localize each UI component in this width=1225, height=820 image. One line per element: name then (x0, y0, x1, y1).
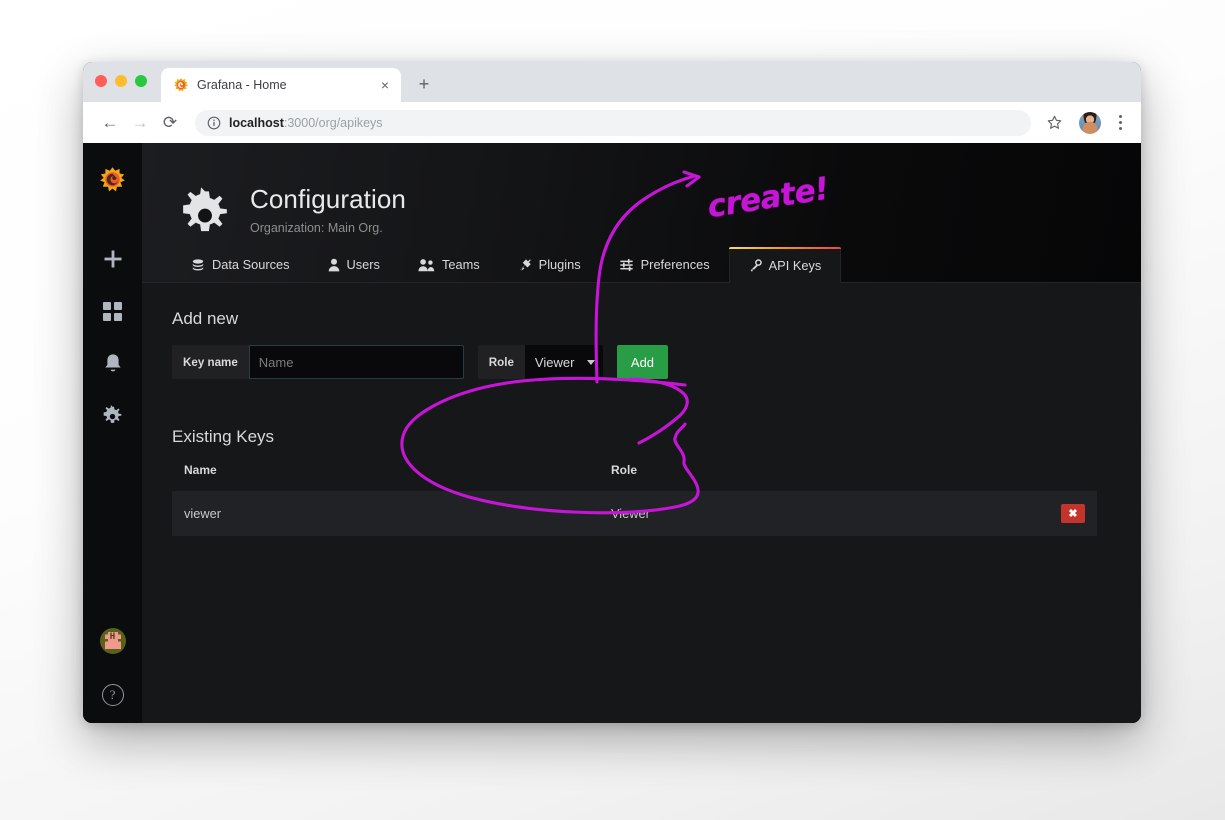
grafana-favicon-icon (174, 78, 188, 92)
column-header-name: Name (184, 463, 217, 477)
tab-preferences[interactable]: Preferences (600, 247, 729, 282)
dashboards-icon (103, 301, 122, 321)
user-icon (328, 258, 340, 272)
close-window-button[interactable] (95, 75, 107, 87)
role-select-value: Viewer (534, 354, 575, 370)
page-header: Configuration Organization: Main Org. Da… (142, 143, 1141, 283)
tab-api-keys[interactable]: API Keys (728, 247, 842, 283)
avatar-initial: H (109, 632, 116, 642)
table-header-row: Name Role (172, 463, 1097, 491)
new-tab-button[interactable]: + (413, 73, 435, 95)
tab-label: Preferences (640, 257, 710, 272)
sidebar-item-configuration[interactable] (83, 389, 142, 441)
address-bar[interactable]: localhost:3000/org/apikeys (195, 109, 1031, 136)
back-button[interactable]: ← (97, 110, 123, 136)
sidebar-item-alerting[interactable] (83, 337, 142, 389)
sidebar-item-help[interactable]: ? (83, 667, 142, 723)
minimize-window-button[interactable] (115, 75, 127, 87)
gear-icon (183, 187, 227, 232)
sliders-icon (619, 258, 634, 272)
browser-tab-title: Grafana - Home (197, 78, 287, 92)
forward-button: → (131, 112, 149, 132)
sidebar-item-user-avatar[interactable]: H (83, 615, 142, 667)
table-body: viewer Viewer ✖ (172, 491, 1097, 536)
page-title: Configuration (250, 184, 406, 214)
browser-tab-strip: Grafana - Home × + (83, 62, 1141, 102)
table-head: Name Role (172, 463, 1097, 491)
sidebar-item-grafana-logo[interactable] (83, 153, 142, 205)
plus-icon (104, 250, 121, 268)
maximize-window-button[interactable] (135, 75, 147, 87)
role-label: Role (477, 345, 525, 379)
cell-actions: ✖ (1039, 491, 1097, 536)
key-icon (749, 258, 762, 272)
page-body: Add new Key name Role Viewer Add Existin… (142, 283, 1141, 723)
existing-keys-title: Existing Keys (172, 427, 275, 446)
tab-label: API Keys (768, 257, 822, 273)
close-icon[interactable]: × (377, 77, 393, 93)
star-glyph (1047, 115, 1061, 129)
role-select[interactable]: Viewer (524, 345, 603, 379)
grafana-content: Configuration Organization: Main Org. Da… (142, 143, 1141, 723)
api-keys-table: Name Role viewer Viewer ✖ (172, 463, 1097, 536)
column-header-role: Role (611, 463, 638, 477)
delete-key-button[interactable]: ✖ (1061, 504, 1085, 523)
page-subtitle: Organization: Main Org. (250, 220, 383, 235)
cell-key-role: Viewer (599, 491, 1039, 536)
browser-toolbar: ← → ⟳ localhost:3000/org/apikeys (83, 102, 1141, 143)
address-bar-url: localhost:3000/org/apikeys (229, 116, 383, 130)
sidebar-item-dashboards[interactable] (83, 285, 142, 337)
info-circle-icon (207, 116, 221, 129)
key-name-label: Key name (172, 345, 249, 379)
help-icon: ? (101, 684, 124, 706)
key-name-input[interactable] (248, 345, 464, 379)
add-button[interactable]: Add (616, 345, 669, 379)
users-icon (418, 258, 435, 272)
gear-icon (103, 404, 122, 423)
tab-label: Users (346, 257, 380, 272)
grafana-logo-icon (100, 166, 125, 191)
plugin-icon (518, 258, 532, 272)
reload-button[interactable]: ⟳ (157, 110, 183, 136)
browser-window: Grafana - Home × + ← → ⟳ localhost:3000/… (83, 62, 1141, 723)
browser-tab[interactable]: Grafana - Home × (161, 68, 401, 102)
chevron-down-icon (586, 359, 595, 365)
page-header-inner: Configuration Organization: Main Org. (179, 185, 406, 239)
config-tab-bar: Data Sources Users Teams Plugins Prefere… (142, 247, 1141, 283)
table-row: viewer Viewer ✖ (172, 491, 1097, 536)
star-icon[interactable] (1041, 110, 1067, 136)
url-path: :3000/org/apikeys (283, 115, 383, 130)
tab-data-sources[interactable]: Data Sources (172, 247, 309, 282)
tab-plugins[interactable]: Plugins (499, 247, 600, 282)
window-traffic-lights (95, 75, 147, 87)
tab-teams[interactable]: Teams (399, 247, 499, 282)
bell-icon (104, 353, 121, 371)
avatar: H (99, 628, 126, 654)
add-new-form: Key name Role Viewer Add (172, 345, 1111, 379)
tab-label: Data Sources (212, 257, 290, 272)
url-host: localhost (229, 115, 284, 130)
page-header-text: Configuration Organization: Main Org. (250, 185, 406, 235)
database-icon (191, 258, 205, 272)
browser-profile-avatar[interactable] (1079, 111, 1101, 134)
tab-label: Teams (441, 257, 480, 272)
tab-users[interactable]: Users (309, 247, 399, 282)
grafana-app: H ? Configuration Organization: Main Org… (83, 143, 1141, 723)
cell-key-name: viewer (172, 491, 599, 536)
three-dot-menu-icon[interactable] (1109, 110, 1131, 136)
column-header-actions (1039, 463, 1097, 491)
tab-label: Plugins (538, 257, 581, 272)
sidebar-item-create[interactable] (83, 233, 142, 285)
grafana-sidebar: H ? (83, 143, 142, 723)
add-new-title: Add new (172, 309, 239, 328)
